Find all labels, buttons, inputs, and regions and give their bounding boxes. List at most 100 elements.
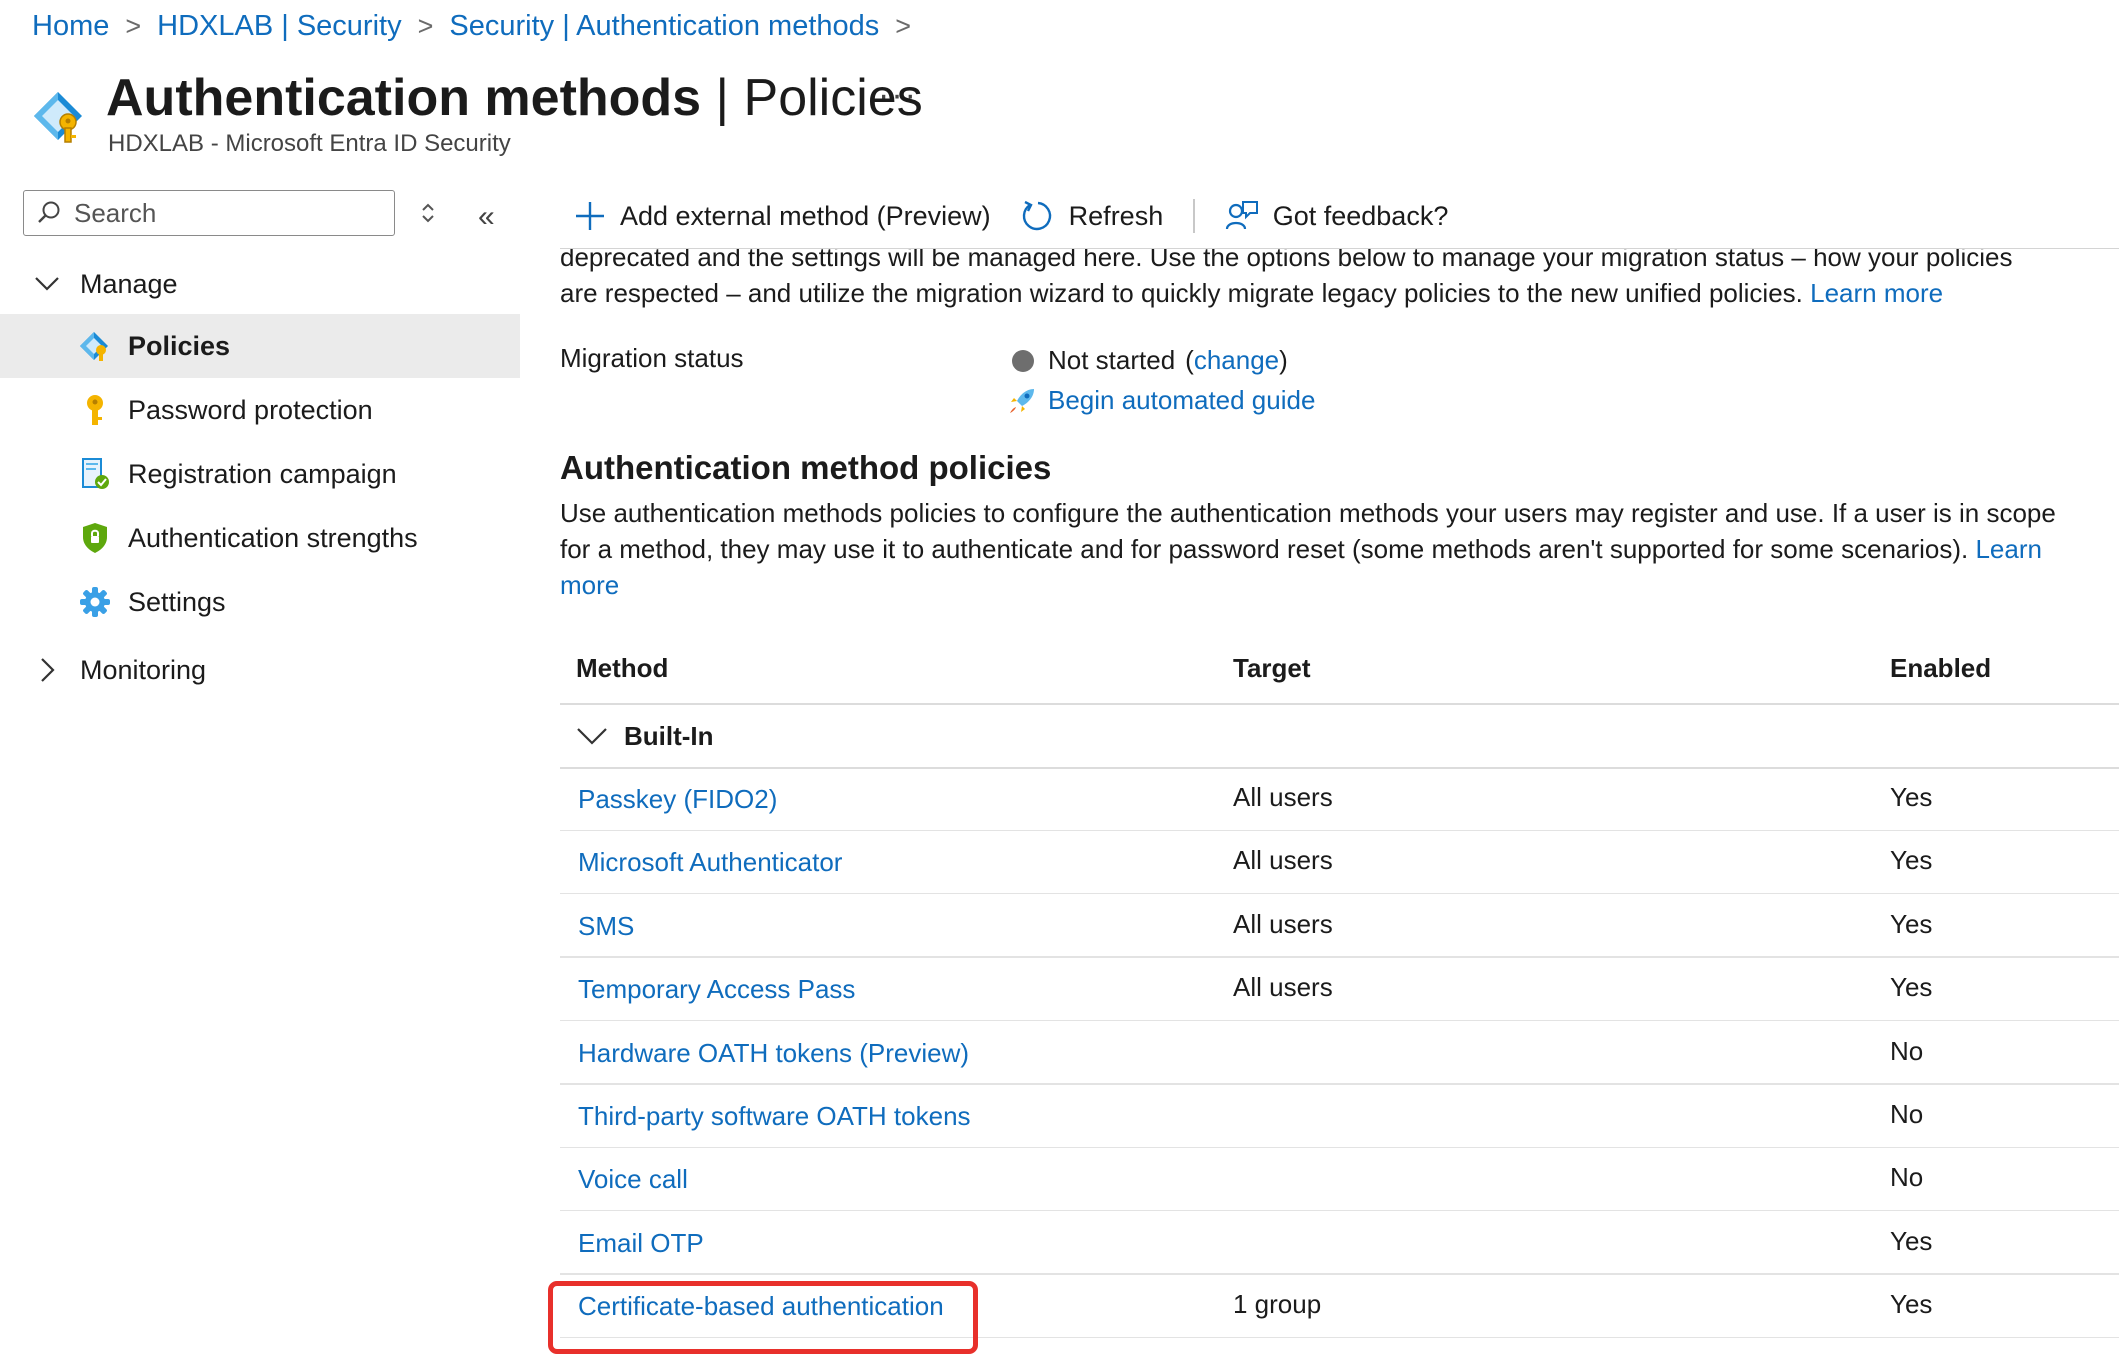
enabled-cell: Yes — [1890, 908, 1933, 939]
migration-status-label: Migration status — [560, 343, 744, 373]
refresh-label: Refresh — [1068, 200, 1164, 231]
policies-table-header: Method Target Enabled — [560, 643, 2119, 703]
change-migration-status-link[interactable]: change — [1194, 345, 1279, 376]
breadcrumb: Home > HDXLAB | Security > Security | Au… — [32, 10, 927, 43]
column-header-enabled[interactable]: Enabled — [1890, 653, 1991, 684]
plus-icon — [576, 202, 604, 230]
group-label: Built-In — [624, 720, 714, 751]
add-external-method-button[interactable]: Add external method (Preview) — [574, 200, 991, 232]
sidebar-item-label: Authentication strengths — [128, 522, 418, 553]
chevron-down-icon — [34, 276, 60, 292]
authentication-methods-icon — [28, 88, 92, 144]
feedback-icon — [1225, 201, 1258, 230]
enabled-cell: Yes — [1890, 1225, 1933, 1256]
enabled-cell: Yes — [1890, 1289, 1933, 1320]
page-title-sep: | — [701, 69, 744, 127]
refresh-icon — [1022, 200, 1051, 231]
enabled-cell: Yes — [1890, 845, 1933, 876]
shield-icon — [78, 521, 112, 555]
toolbar-divider — [1193, 199, 1195, 233]
method-link[interactable]: Third-party software OATH tokens — [578, 1101, 971, 1132]
sidebar-item-policies[interactable]: Policies — [0, 314, 520, 378]
migration-intro-line: deprecated and the settings will be mana… — [560, 249, 2013, 272]
table-row: Third-party software OATH tokens No — [560, 1085, 2119, 1148]
chevron-right-icon: > — [417, 11, 434, 41]
breadcrumb-home[interactable]: Home — [32, 10, 109, 43]
enabled-cell: Yes — [1890, 782, 1933, 812]
column-header-target[interactable]: Target — [1233, 653, 1311, 684]
breadcrumb-security-auth-methods[interactable]: Security | Authentication methods — [449, 10, 879, 43]
column-header-method[interactable]: Method — [576, 653, 668, 684]
sidebar-search[interactable] — [23, 190, 395, 236]
command-bar: Add external method (Preview) Refresh Go… — [574, 194, 1448, 238]
refresh-button[interactable]: Refresh — [1021, 199, 1164, 233]
target-cell: All users — [1233, 845, 1333, 876]
automated-guide[interactable]: Begin automated guide — [1008, 385, 1315, 416]
got-feedback-label: Got feedback? — [1272, 200, 1449, 231]
group-row-built-in[interactable]: Built-In — [560, 705, 2119, 767]
sort-icon[interactable] — [420, 202, 436, 229]
content-pane: deprecated and the settings will be mana… — [560, 249, 2119, 1371]
chevron-down-icon — [577, 728, 607, 745]
sidebar-group-monitoring[interactable]: Monitoring — [0, 640, 520, 700]
sidebar-item-label: Policies — [128, 330, 231, 361]
rocket-icon — [1010, 388, 1034, 413]
sidebar-group-label: Manage — [80, 268, 178, 299]
method-link[interactable]: Microsoft Authenticator — [578, 847, 842, 878]
table-row: Temporary Access Pass All users Yes — [560, 958, 2119, 1022]
highlight-annotation — [548, 1281, 978, 1354]
method-link[interactable]: Email OTP — [578, 1228, 704, 1259]
migration-intro: deprecated and the settings will be mana… — [560, 249, 2040, 311]
sidebar-item-settings[interactable]: Settings — [0, 570, 520, 634]
policies-icon — [78, 329, 112, 363]
gear-icon — [78, 585, 112, 619]
migration-status-value: Not started (change) — [1012, 345, 1288, 376]
more-options-button[interactable]: ··· — [878, 76, 918, 115]
sidebar-item-authentication-strengths[interactable]: Authentication strengths — [0, 506, 520, 570]
table-row: SMS All users Yes — [560, 895, 2119, 958]
got-feedback-button[interactable]: Got feedback? — [1225, 199, 1449, 233]
sidebar-item-password-protection[interactable]: Password protection — [0, 378, 520, 442]
migration-status-text: Not started — [1048, 345, 1176, 375]
registration-icon — [78, 457, 112, 491]
enabled-cell: No — [1890, 1099, 1924, 1129]
method-link[interactable]: Temporary Access Pass — [578, 974, 855, 1005]
page-title: Authentication methods | Policies — [106, 68, 923, 128]
begin-automated-guide-link[interactable]: Begin automated guide — [1048, 385, 1315, 416]
target-cell: All users — [1233, 972, 1333, 1003]
target-cell: All users — [1233, 908, 1333, 939]
collapse-sidebar-button[interactable]: « — [478, 200, 495, 234]
enabled-cell: No — [1890, 1162, 1924, 1193]
key-icon — [78, 393, 112, 427]
enabled-cell: No — [1890, 1035, 1924, 1066]
chevron-right-icon: > — [125, 11, 142, 41]
method-link[interactable]: Voice call — [578, 1164, 688, 1195]
method-link[interactable]: Hardware OATH tokens (Preview) — [578, 1038, 969, 1069]
sidebar-item-registration-campaign[interactable]: Registration campaign — [0, 442, 520, 506]
policies-section-title: Authentication method policies — [560, 449, 1052, 486]
table-row: Email OTP Yes — [560, 1212, 2119, 1275]
migration-learn-more-link[interactable]: Learn more — [1810, 278, 1943, 308]
page-subtitle: HDXLAB - Microsoft Entra ID Security — [108, 130, 511, 157]
table-row: Voice call No — [560, 1148, 2119, 1212]
table-row: Passkey (FIDO2) All users Yes — [560, 768, 2119, 831]
table-row: Hardware OATH tokens (Preview) No — [560, 1022, 2119, 1085]
page-title-main: Authentication methods — [106, 69, 702, 127]
migration-intro-line: are respected – and utilize the migratio… — [560, 278, 1803, 308]
policies-description: Use authentication methods policies to c… — [560, 495, 2060, 603]
policies-description-text: Use authentication methods policies to c… — [560, 498, 2056, 564]
add-external-method-label: Add external method (Preview) — [620, 200, 991, 231]
chevron-right-icon — [34, 657, 60, 683]
target-cell: All users — [1233, 782, 1333, 812]
breadcrumb-hdxlab-security[interactable]: HDXLAB | Security — [157, 10, 401, 43]
chevron-right-icon: > — [895, 11, 912, 41]
search-input[interactable] — [72, 196, 376, 230]
sidebar-group-manage[interactable]: Manage — [0, 254, 520, 314]
method-link[interactable]: SMS — [578, 911, 634, 942]
method-link[interactable]: Passkey (FIDO2) — [578, 784, 777, 815]
enabled-cell: Yes — [1890, 972, 1933, 1003]
target-cell: 1 group — [1233, 1289, 1322, 1320]
sidebar-item-label: Registration campaign — [128, 458, 397, 489]
sidebar-item-label: Settings — [128, 586, 226, 617]
status-dot-icon — [1012, 349, 1034, 372]
